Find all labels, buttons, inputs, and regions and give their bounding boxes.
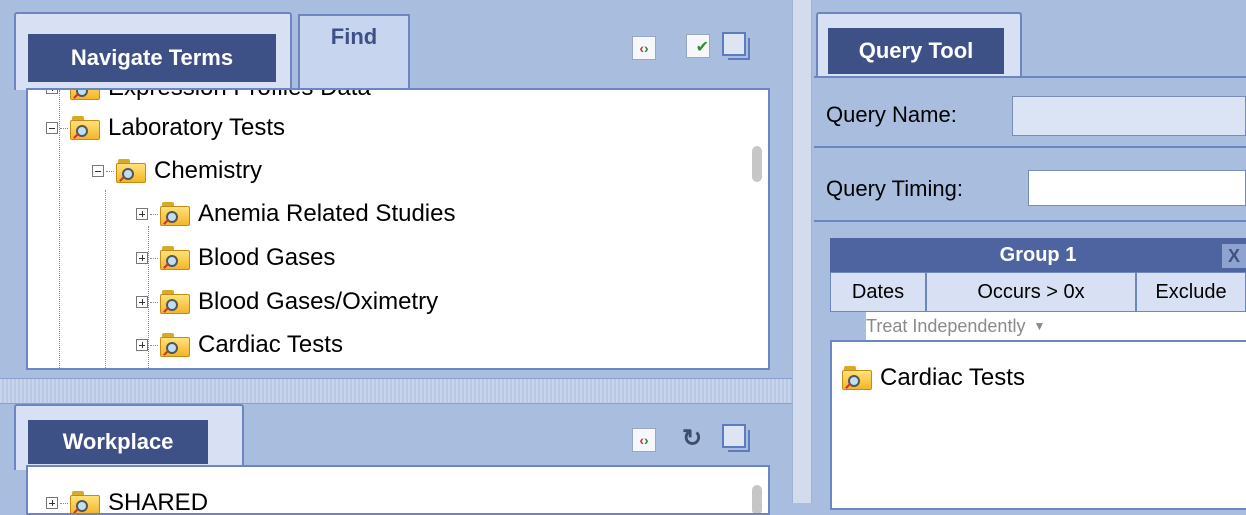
tree-guide-line [105,190,106,368]
tab-workplace[interactable]: Workplace [14,404,244,470]
tree-item-label: Laboratory Tests [108,114,285,141]
tree-item-blood-gases[interactable]: Blood Gases [136,242,335,274]
expand-icon[interactable] [136,252,148,264]
divider [814,220,1246,222]
group-header: Group 1 [830,238,1246,272]
expand-icon[interactable] [136,339,148,351]
tree-item-label: Chemistry [154,157,263,184]
query-timing-field[interactable] [1028,170,1246,206]
query-name-label: Query Name: [826,102,957,127]
tab-find[interactable]: Find [298,14,410,90]
folder-icon [842,366,872,390]
tree-item-cardiac-tests[interactable]: Cardiac Tests [136,329,343,361]
group-drop-panel[interactable]: Cardiac Tests [830,340,1246,510]
tree-item-shared[interactable]: SHARED [46,487,209,515]
maximize-window-icon[interactable] [722,424,750,452]
expander-icon[interactable] [46,90,58,94]
tab-query-tool[interactable]: Query Tool [816,12,1022,78]
tab-navigate-terms-label: Navigate Terms [28,34,276,82]
check-list-icon[interactable]: ✔ [686,34,710,58]
folder-icon [70,90,100,100]
refresh-icon[interactable]: ↻ [680,425,704,452]
dates-button[interactable]: Dates [830,272,926,312]
exclude-button[interactable]: Exclude [1136,272,1246,312]
occurs-button[interactable]: Occurs > 0x [926,272,1136,312]
folder-icon [116,159,146,183]
tree-item-blood-gases-oximetry[interactable]: Blood Gases/Oximetry [136,286,438,318]
tree-item-label: Cardiac Tests [198,331,343,358]
folder-icon [160,333,190,357]
query-timing-label: Query Timing: [826,176,963,201]
workplace-tree[interactable]: SHARED [26,465,770,515]
tree-item-anemia-related-studies[interactable]: Anemia Related Studies [136,198,455,230]
divider [814,146,1246,148]
scrollbar-thumb[interactable] [752,146,762,182]
close-group-button[interactable]: X [1222,244,1246,268]
scrollbar-thumb[interactable] [752,485,762,513]
group-item-cardiac-tests[interactable]: Cardiac Tests [842,362,1025,394]
tree-item-label: Blood Gases/Oximetry [198,288,439,315]
folder-icon [160,246,190,270]
tab-query-tool-label: Query Tool [828,28,1004,74]
tree-item-label: Expression Profiles Data [108,90,371,102]
folder-icon [70,491,100,513]
folder-icon [70,116,100,140]
tab-navigate-terms[interactable]: Navigate Terms [14,12,292,90]
xml-export-icon[interactable]: ‹ › [632,36,656,60]
tree-row-partial[interactable]: Expression Profiles Data [46,90,371,104]
tree-item-label: Blood Gases [198,244,336,271]
xml-export-icon[interactable]: ‹ › [632,428,656,452]
maximize-window-icon[interactable] [722,32,750,60]
horizontal-splitter[interactable] [0,378,792,404]
tree-item-laboratory-tests[interactable]: Laboratory Tests [46,112,285,144]
dropdown-arrow-icon: ▼ [1033,319,1046,333]
tree-item-label: Anemia Related Studies [198,200,456,227]
expand-icon[interactable] [46,497,58,509]
vertical-splitter[interactable] [792,0,812,503]
folder-icon [160,290,190,314]
collapse-icon[interactable] [46,122,58,134]
treat-independently-select[interactable]: Treat Independently ▼ [866,312,1246,340]
query-name-field[interactable] [1012,96,1246,136]
expand-icon[interactable] [136,208,148,220]
divider [814,76,1246,78]
collapse-icon[interactable] [92,165,104,177]
tree-item-chemistry[interactable]: Chemistry [92,155,262,187]
group-item-label: Cardiac Tests [880,364,1025,391]
folder-icon [160,202,190,226]
treat-independently-label: Treat Independently [866,315,1026,336]
tab-workplace-label: Workplace [28,420,208,464]
expand-icon[interactable] [136,296,148,308]
navigate-tree[interactable]: Expression Profiles Data Laboratory Test… [26,88,770,370]
tree-item-label: SHARED [108,489,209,515]
